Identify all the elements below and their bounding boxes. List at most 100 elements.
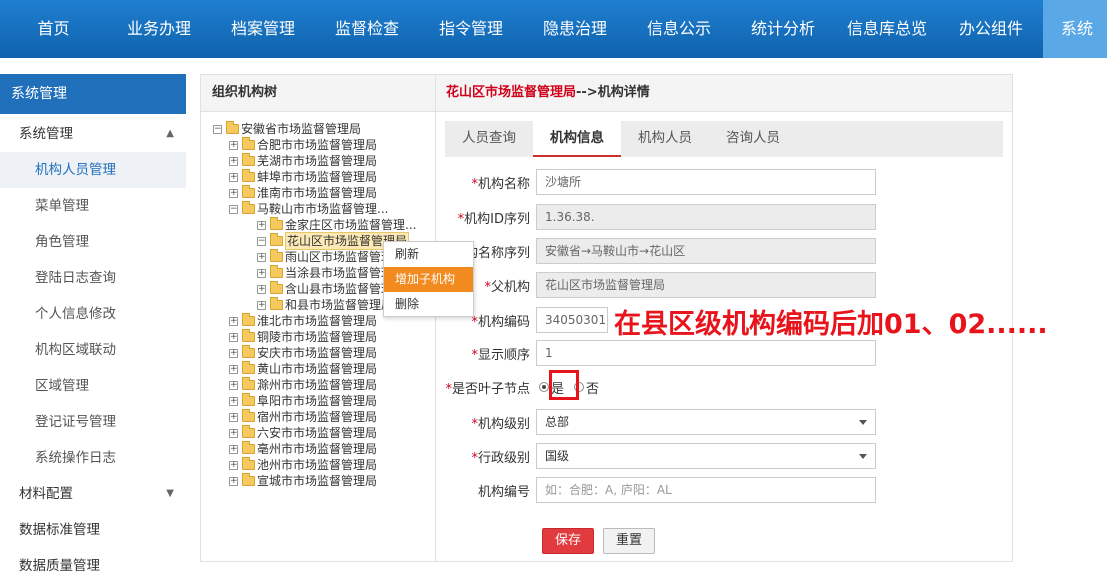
sidebar-group-system[interactable]: 系统管理 ▲ xyxy=(0,116,186,152)
select-value: 总部 xyxy=(545,415,570,429)
expand-icon[interactable]: + xyxy=(229,172,238,182)
tree-node[interactable]: + 六安市市场监督管理局 xyxy=(229,425,377,441)
tree-node[interactable]: + 宣城市市场监督管理局 xyxy=(229,473,377,489)
nav-info-overview[interactable]: 信息库总览 xyxy=(835,0,939,58)
sidebar-group-data-standard[interactable]: 数据标准管理 xyxy=(0,512,186,548)
expand-icon[interactable]: + xyxy=(229,316,238,326)
nav-hazards[interactable]: 隐患治理 xyxy=(523,0,627,58)
tree-node-root[interactable]: − 安徽省市场监督管理局 xyxy=(213,121,361,137)
admin-level-select[interactable]: 国级 xyxy=(536,443,876,469)
breadcrumb-org[interactable]: 花山区市场监督管理局 xyxy=(446,85,576,100)
nav-business[interactable]: 业务办理 xyxy=(107,0,211,58)
folder-icon xyxy=(242,345,255,358)
display-order-input[interactable]: 1 xyxy=(536,340,876,366)
expand-icon[interactable]: + xyxy=(229,428,238,438)
nav-inspection[interactable]: 监督检查 xyxy=(315,0,419,58)
sidebar-item-roles[interactable]: 角色管理 xyxy=(0,224,186,260)
nav-instructions[interactable]: 指令管理 xyxy=(419,0,523,58)
folder-icon xyxy=(242,409,255,422)
expand-icon[interactable]: + xyxy=(229,156,238,166)
sidebar-item-operation-log[interactable]: 系统操作日志 xyxy=(0,440,186,476)
tree-node[interactable]: + 安庆市市场监督管理局 xyxy=(229,345,377,361)
expand-icon[interactable]: + xyxy=(229,348,238,358)
sidebar-item-menu[interactable]: 菜单管理 xyxy=(0,188,186,224)
tree-node[interactable]: + 蚌埠市市场监督管理局 xyxy=(229,169,377,185)
expand-icon[interactable]: + xyxy=(229,444,238,454)
tree-node[interactable]: + 芜湖市市场监督管理局 xyxy=(229,153,377,169)
tree-node[interactable]: + 亳州市市场监督管理局 xyxy=(229,441,377,457)
save-button[interactable]: 保存 xyxy=(542,528,594,554)
collapse-icon[interactable]: − xyxy=(213,124,222,134)
nav-statistics[interactable]: 统计分析 xyxy=(731,0,835,58)
folder-icon xyxy=(270,281,283,294)
org-name-input[interactable]: 沙塘所 xyxy=(536,169,876,195)
reset-button[interactable]: 重置 xyxy=(603,528,655,554)
tree-node-label: 六安市市场监督管理局 xyxy=(257,426,378,440)
sidebar-item-registration[interactable]: 登记证号管理 xyxy=(0,404,186,440)
expand-icon[interactable]: + xyxy=(229,460,238,470)
sidebar-group-data-quality[interactable]: 数据质量管理 xyxy=(0,548,186,584)
field-label: *行政级别 xyxy=(471,450,530,466)
tree-node[interactable]: − 马鞍山市市场监督管理... xyxy=(229,201,388,217)
tab-org-personnel[interactable]: 机构人员 xyxy=(621,121,709,157)
menu-item-delete[interactable]: 删除 xyxy=(384,292,473,317)
nav-archives[interactable]: 档案管理 xyxy=(211,0,315,58)
tab-consultants[interactable]: 咨询人员 xyxy=(709,121,797,157)
form-row-name: *机构名称 沙塘所 xyxy=(436,169,876,195)
leaf-yes-radio[interactable] xyxy=(539,382,549,392)
sidebar-item-org-region[interactable]: 机构区域联动 xyxy=(0,332,186,368)
tree-node[interactable]: + 池州市市场监督管理局 xyxy=(229,457,377,473)
org-code-input[interactable]: 34050301 xyxy=(536,307,608,333)
expand-icon[interactable]: + xyxy=(229,412,238,422)
nav-publicity[interactable]: 信息公示 xyxy=(627,0,731,58)
sidebar-item-profile[interactable]: 个人信息修改 xyxy=(0,296,186,332)
tree-node[interactable]: + 滁州市市场监督管理局 xyxy=(229,377,377,393)
org-level-select[interactable]: 总部 xyxy=(536,409,876,435)
tab-personnel-query[interactable]: 人员查询 xyxy=(445,121,533,157)
tree-node[interactable]: + 阜阳市市场监督管理局 xyxy=(229,393,377,409)
menu-item-refresh[interactable]: 刷新 xyxy=(384,242,473,267)
collapse-icon[interactable]: − xyxy=(229,204,238,214)
nav-home[interactable]: 首页 xyxy=(0,0,107,58)
expand-icon[interactable]: + xyxy=(229,140,238,150)
menu-item-add-child[interactable]: 增加子机构 xyxy=(384,267,473,292)
org-name-seq-field: 安徽省→马鞍山市→花山区 xyxy=(536,238,876,264)
nav-office[interactable]: 办公组件 xyxy=(939,0,1043,58)
expand-icon[interactable]: + xyxy=(257,220,266,230)
expand-icon[interactable]: + xyxy=(257,300,266,310)
tree-node[interactable]: + 淮南市市场监督管理局 xyxy=(229,185,377,201)
form-row-number: 机构编号 如：合肥：A, 庐阳：AL xyxy=(436,477,876,503)
context-menu: 刷新 增加子机构 删除 xyxy=(383,241,474,317)
sidebar-item-org-personnel[interactable]: 机构人员管理 xyxy=(0,152,186,188)
tree-node[interactable]: + 铜陵市市场监督管理局 xyxy=(229,329,377,345)
tree-node[interactable]: + 黄山市市场监督管理局 xyxy=(229,361,377,377)
org-number-input[interactable]: 如：合肥：A, 庐阳：AL xyxy=(536,477,876,503)
expand-icon[interactable]: + xyxy=(229,364,238,374)
expand-icon[interactable]: + xyxy=(257,268,266,278)
expand-icon[interactable]: + xyxy=(229,476,238,486)
nav-system[interactable]: 系统管 xyxy=(1043,0,1107,58)
dropdown-arrow-icon xyxy=(859,420,867,425)
tree-node[interactable]: + 淮北市市场监督管理局 xyxy=(229,313,377,329)
tree-node[interactable]: + 合肥市市场监督管理局 xyxy=(229,137,377,153)
collapse-icon[interactable]: − xyxy=(257,236,266,246)
tree-node[interactable]: + 金家庄区市场监督管理... xyxy=(257,217,416,233)
expand-icon[interactable]: + xyxy=(257,252,266,262)
tab-org-info[interactable]: 机构信息 xyxy=(533,121,621,157)
expand-icon[interactable]: + xyxy=(229,188,238,198)
detail-breadcrumb: 花山区市场监督管理局-->机构详情 xyxy=(436,75,1012,112)
tree-node[interactable]: + 宿州市市场监督管理局 xyxy=(229,409,377,425)
expand-icon[interactable]: + xyxy=(257,284,266,294)
sidebar-item-login-log[interactable]: 登陆日志查询 xyxy=(0,260,186,296)
folder-icon xyxy=(242,361,255,374)
expand-icon[interactable]: + xyxy=(229,396,238,406)
tree-node-label: 安徽省市场监督管理局 xyxy=(241,122,362,136)
tree-node[interactable]: + 和县市场监督管理局 xyxy=(257,297,393,313)
folder-icon xyxy=(270,249,283,262)
sidebar-group-materials[interactable]: 材料配置 ▼ xyxy=(0,476,186,512)
folder-icon xyxy=(270,265,283,278)
expand-icon[interactable]: + xyxy=(229,332,238,342)
sidebar-item-region[interactable]: 区域管理 xyxy=(0,368,186,404)
expand-icon[interactable]: + xyxy=(229,380,238,390)
breadcrumb-current: -->机构详情 xyxy=(576,85,650,100)
